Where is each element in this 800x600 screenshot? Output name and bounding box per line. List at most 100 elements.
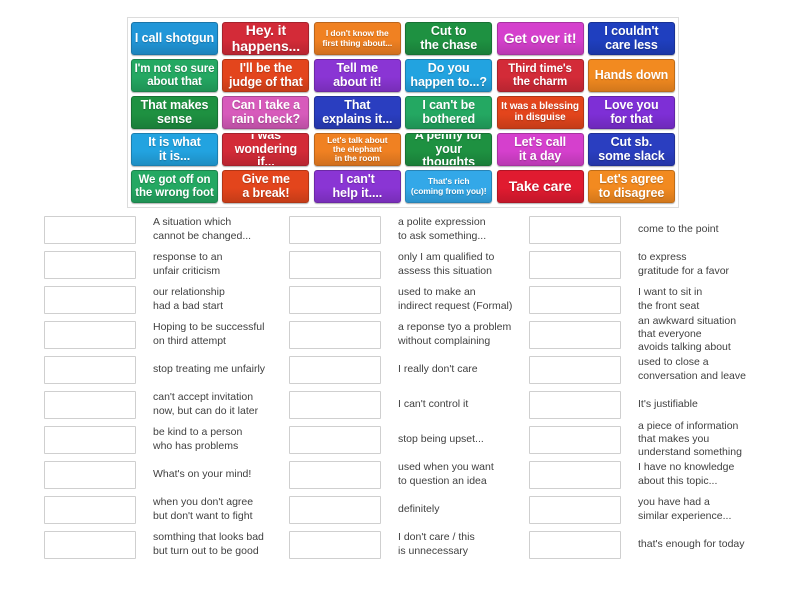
answer-row: I can't control it — [289, 387, 539, 422]
answer-definition-text: I have no knowledge about this topic... — [638, 461, 735, 487]
phrase-tile[interactable]: We got off on the wrong foot — [131, 170, 218, 203]
answer-drop-box[interactable] — [529, 530, 621, 559]
answer-row: a polite expression to ask something... — [289, 212, 539, 247]
answer-row: response to an unfair criticism — [44, 247, 294, 282]
answer-drop-box[interactable] — [44, 285, 136, 314]
phrase-tile[interactable]: I don't know the first thing about... — [313, 22, 401, 55]
phrase-tile[interactable]: It is what it is... — [131, 133, 218, 166]
answer-row: I really don't care — [289, 352, 539, 387]
phrase-tile[interactable]: I couldn't care less — [587, 22, 675, 55]
answer-row: Hoping to be successful on third attempt — [44, 317, 294, 352]
answer-drop-box[interactable] — [529, 390, 621, 419]
answer-drop-box[interactable] — [44, 425, 136, 454]
phrase-tile[interactable]: I'll be the judge of that — [222, 59, 310, 92]
answer-drop-box[interactable] — [289, 215, 381, 244]
answer-drop-box[interactable] — [529, 495, 621, 524]
tile-label: I can't be bothered — [422, 98, 476, 126]
phrase-tile[interactable]: Cut sb. some slack — [587, 133, 675, 166]
tile-row: It is what it is... I was wondering if... Le… — [131, 133, 675, 166]
answer-drop-box[interactable] — [289, 425, 381, 454]
answer-row: come to the point — [529, 212, 779, 247]
answer-drop-box[interactable] — [289, 320, 381, 349]
answer-row: stop treating me unfairly — [44, 352, 294, 387]
answer-drop-box[interactable] — [529, 320, 621, 349]
answer-drop-box[interactable] — [289, 460, 381, 489]
answer-drop-box[interactable] — [44, 530, 136, 559]
answer-drop-box[interactable] — [289, 390, 381, 419]
answer-definition-text: response to an unfair criticism — [153, 251, 223, 277]
tile-row: I'm not so sure about that I'll be the judg… — [131, 59, 675, 92]
answer-definition-text: that's enough for today — [638, 537, 745, 550]
phrase-tile[interactable]: Hands down — [587, 59, 675, 92]
answer-definition-text: I can't control it — [398, 397, 469, 410]
answer-definition-text: a reponse tyo a problem without complain… — [398, 321, 512, 347]
answer-drop-box[interactable] — [44, 215, 136, 244]
phrase-tile[interactable]: Let's agree to disagree — [587, 170, 675, 203]
answer-row: I want to sit in the front seat — [529, 282, 779, 317]
answer-drop-box[interactable] — [44, 320, 136, 349]
answer-row: What's on your mind! — [44, 457, 294, 492]
answer-row: our relationship had a bad start — [44, 282, 294, 317]
answer-definition-text: a piece of information that makes you un… — [638, 419, 742, 459]
phrase-tile[interactable]: I can't help it.... — [313, 170, 401, 203]
phrase-tile[interactable]: That's rich (coming from you)! — [405, 170, 493, 203]
answer-drop-box[interactable] — [529, 460, 621, 489]
phrase-tile[interactable]: A penny for your thoughts — [405, 133, 493, 166]
answer-drop-box[interactable] — [289, 355, 381, 384]
tile-grid: I call shotgun Hey. it happens... I don't k… — [127, 17, 679, 208]
answer-definition-text: to express gratitude for a favor — [638, 251, 730, 277]
answer-column-2: a polite expression to ask something... o… — [289, 212, 539, 562]
answer-drop-box[interactable] — [529, 425, 621, 454]
tile-label: I call shotgun — [134, 30, 215, 45]
phrase-tile[interactable]: Give me a break! — [222, 170, 310, 203]
phrase-tile[interactable]: Can I take a rain check? — [222, 96, 310, 129]
phrase-tile[interactable]: Tell me about it! — [313, 59, 401, 92]
tile-label: I'm not so sure about that — [134, 63, 215, 88]
answer-drop-box[interactable] — [44, 390, 136, 419]
answer-drop-box[interactable] — [529, 355, 621, 384]
answer-drop-box[interactable] — [44, 250, 136, 279]
answer-drop-box[interactable] — [289, 530, 381, 559]
answer-row: definitely — [289, 492, 539, 527]
answer-drop-box[interactable] — [289, 250, 381, 279]
phrase-tile[interactable]: I can't be bothered — [405, 96, 493, 129]
phrase-tile[interactable]: Let's talk about the elephant in the room — [313, 133, 401, 166]
answer-drop-box[interactable] — [44, 355, 136, 384]
tile-label: Get over it! — [503, 29, 577, 46]
tile-label: Do you happen to...? — [410, 61, 487, 89]
answer-definition-text: somthing that looks bad but turn out to … — [153, 531, 264, 557]
answer-drop-box[interactable] — [529, 215, 621, 244]
answer-row: used to close a conversation and leave — [529, 352, 779, 387]
tile-row: I call shotgun Hey. it happens... I don't k… — [131, 22, 675, 55]
phrase-tile[interactable]: That makes sense — [131, 96, 218, 129]
answer-definition-text: be kind to a person who has problems — [153, 426, 243, 452]
answer-column-1: A situation which cannot be changed... re… — [44, 212, 294, 562]
answer-definition-text: stop being upset... — [398, 432, 484, 445]
phrase-tile[interactable]: I call shotgun — [131, 22, 218, 55]
matching-activity-page: I call shotgun Hey. it happens... I don't k… — [0, 0, 800, 600]
phrase-tile[interactable]: Do you happen to...? — [405, 59, 493, 92]
phrase-tile[interactable]: It was a blessing in disguise — [496, 96, 584, 129]
answer-drop-box[interactable] — [44, 495, 136, 524]
answer-drop-box[interactable] — [44, 460, 136, 489]
answer-drop-box[interactable] — [529, 250, 621, 279]
phrase-tile[interactable]: Hey. it happens... — [222, 22, 310, 55]
phrase-tile[interactable]: I was wondering if... — [222, 133, 310, 166]
answer-drop-box[interactable] — [289, 285, 381, 314]
phrase-tile[interactable]: Cut to the chase — [405, 22, 493, 55]
phrase-tile[interactable]: Third time's the charm — [496, 59, 584, 92]
phrase-tile[interactable]: Love you for that — [587, 96, 675, 129]
tile-label: Let's agree to disagree — [598, 172, 665, 200]
phrase-tile[interactable]: Let's call it a day — [496, 133, 584, 166]
phrase-tile[interactable]: Get over it! — [496, 22, 584, 55]
answer-definition-text: used to close a conversation and leave — [638, 356, 746, 382]
phrase-tile[interactable]: I'm not so sure about that — [131, 59, 218, 92]
answer-row: somthing that looks bad but turn out to … — [44, 527, 294, 562]
answer-drop-box[interactable] — [529, 285, 621, 314]
answer-drop-box[interactable] — [289, 495, 381, 524]
answer-definition-text: What's on your mind! — [153, 467, 252, 480]
tile-label: I don't know the first thing about... — [322, 28, 393, 48]
answer-row: when you don't agree but don't want to f… — [44, 492, 294, 527]
phrase-tile[interactable]: That explains it... — [313, 96, 401, 129]
phrase-tile[interactable]: Take care — [496, 170, 584, 203]
